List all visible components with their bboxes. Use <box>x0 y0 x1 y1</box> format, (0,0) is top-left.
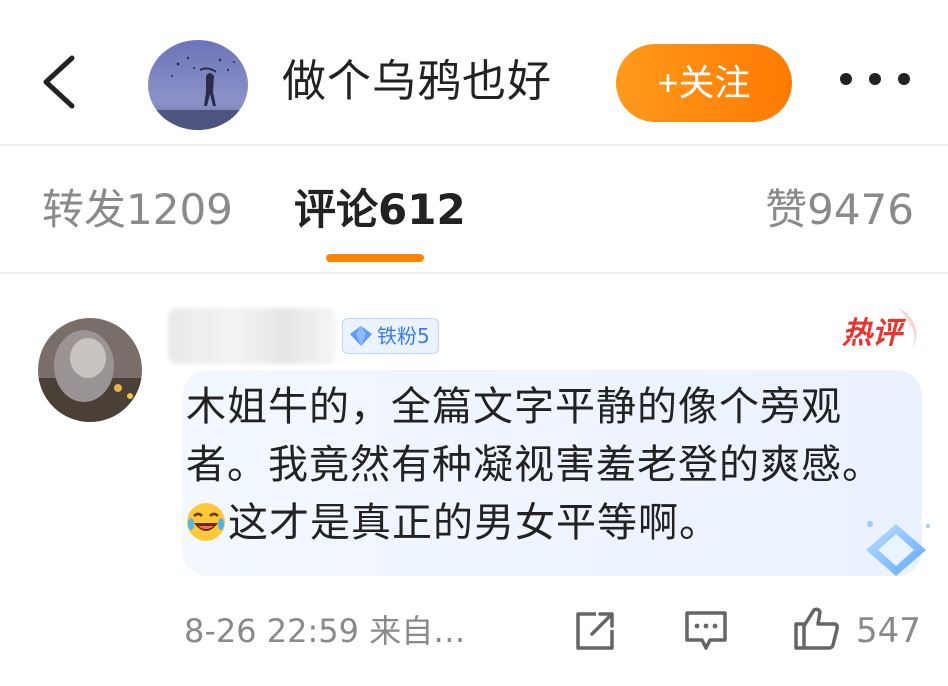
commenter-avatar[interactable] <box>38 318 142 422</box>
comment-text: 木姐牛的，全篇文字平静的像个旁观 者。我竟然有种凝视害羞老登的爽感。 这才是真正… <box>186 378 906 552</box>
follow-button[interactable]: +关注 <box>616 44 792 122</box>
like-icon[interactable] <box>792 604 840 652</box>
fan-badge: 铁粉5 <box>342 318 439 354</box>
hot-comment-label: 热评 <box>842 316 902 351</box>
diamond-icon <box>350 326 372 346</box>
laughing-emoji <box>187 503 225 541</box>
back-icon[interactable] <box>40 54 80 110</box>
divider <box>0 272 948 274</box>
comment-line: 木姐牛的，全篇文字平静的像个旁观 <box>186 384 842 430</box>
like-count: 547 <box>856 611 921 651</box>
tab-like[interactable]: 赞9476 <box>765 180 914 240</box>
more-icon[interactable] <box>840 64 910 94</box>
diamond-decoration-icon <box>866 521 930 576</box>
tab-comment[interactable]: 评论612 <box>294 180 466 240</box>
share-icon[interactable] <box>574 610 616 652</box>
commenter-name-redacted[interactable] <box>168 308 336 364</box>
divider <box>0 144 948 146</box>
tab-repost[interactable]: 转发1209 <box>42 180 233 240</box>
comment-line: 者。我竟然有种凝视害羞老登的爽感。 <box>186 442 883 488</box>
fan-badge-label: 铁粉5 <box>377 324 430 348</box>
page-title: 做个乌鸦也好 <box>282 56 552 107</box>
avatar[interactable] <box>148 40 248 130</box>
active-tab-indicator <box>326 254 424 262</box>
comment-meta: 8-26 22:59 来自… <box>184 612 466 650</box>
comment-line: 这才是真正的男女平等啊。 <box>228 500 720 546</box>
comment-icon[interactable] <box>684 610 728 652</box>
